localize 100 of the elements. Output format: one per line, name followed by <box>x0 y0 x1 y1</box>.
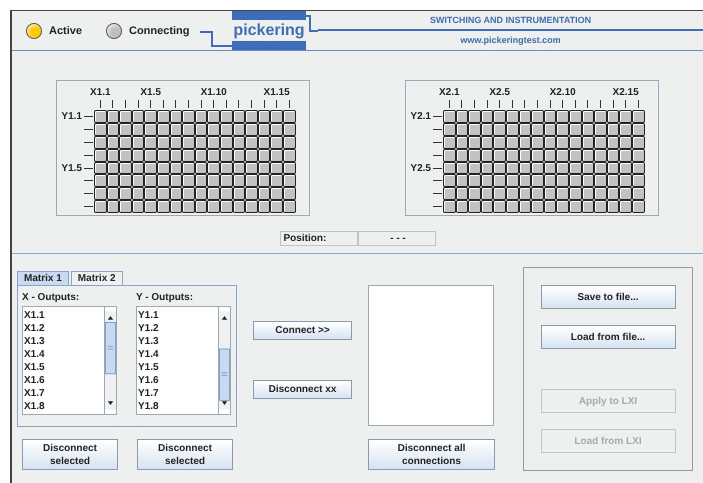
switch-button[interactable] <box>619 162 632 174</box>
switch-button[interactable] <box>106 110 120 123</box>
switch-button[interactable] <box>518 148 532 162</box>
switch-button[interactable] <box>632 174 644 188</box>
switch-button[interactable] <box>282 187 296 200</box>
switch-button[interactable] <box>132 187 144 200</box>
switch-button[interactable] <box>258 187 270 200</box>
switch-button[interactable] <box>594 187 607 200</box>
switch-button[interactable] <box>119 187 132 200</box>
switch-button[interactable] <box>468 187 481 200</box>
switch-button[interactable] <box>258 110 270 123</box>
switch-button[interactable] <box>232 148 246 162</box>
list-item[interactable]: X1.8 <box>23 400 104 413</box>
switch-button[interactable] <box>170 136 182 149</box>
switch-button[interactable] <box>106 162 120 174</box>
switch-button[interactable] <box>456 162 468 174</box>
switch-button[interactable] <box>531 200 544 214</box>
disconnect-selected-button[interactable]: Disconnect selected <box>22 439 118 470</box>
switch-button[interactable] <box>556 187 569 200</box>
list-item[interactable]: Y1.5 <box>137 361 218 374</box>
switch-button[interactable] <box>144 148 157 162</box>
switch-button[interactable] <box>245 122 258 136</box>
disconnect-all-button[interactable]: Disconnect all connections <box>368 439 495 470</box>
switch-button[interactable] <box>632 110 644 123</box>
switch-button[interactable] <box>182 162 195 174</box>
switch-button[interactable] <box>606 187 620 200</box>
switch-button[interactable] <box>182 136 195 149</box>
switch-button[interactable] <box>245 174 258 188</box>
switch-button[interactable] <box>556 110 569 123</box>
switch-button[interactable] <box>468 136 481 149</box>
switch-button[interactable] <box>443 162 456 174</box>
switch-button[interactable] <box>531 187 544 200</box>
switch-button[interactable] <box>232 136 246 149</box>
switch-button[interactable] <box>170 162 182 174</box>
switch-button[interactable] <box>518 187 532 200</box>
switch-button[interactable] <box>207 200 220 214</box>
switch-button[interactable] <box>182 148 195 162</box>
switch-button[interactable] <box>468 200 481 214</box>
switch-button[interactable] <box>468 122 481 136</box>
switch-button[interactable] <box>194 136 208 149</box>
switch-button[interactable] <box>258 122 270 136</box>
switch-button[interactable] <box>132 174 144 188</box>
switch-button[interactable] <box>582 148 594 162</box>
switch-button[interactable] <box>582 174 594 188</box>
switch-button[interactable] <box>245 162 258 174</box>
list-item[interactable]: X1.7 <box>23 387 104 400</box>
switch-button[interactable] <box>456 148 468 162</box>
switch-button[interactable] <box>456 174 468 188</box>
switch-button[interactable] <box>506 110 519 123</box>
switch-button[interactable] <box>270 110 283 123</box>
switch-button[interactable] <box>619 200 632 214</box>
switch-button[interactable] <box>556 174 569 188</box>
switch-button[interactable] <box>480 162 494 174</box>
switch-button[interactable] <box>258 148 270 162</box>
switch-button[interactable] <box>531 122 544 136</box>
switch-button[interactable] <box>594 162 607 174</box>
switch-button[interactable] <box>156 110 170 123</box>
switch-button[interactable] <box>480 174 494 188</box>
switch-button[interactable] <box>582 136 594 149</box>
switch-button[interactable] <box>493 162 506 174</box>
switch-button[interactable] <box>443 122 456 136</box>
switch-button[interactable] <box>506 187 519 200</box>
switch-button[interactable] <box>270 162 283 174</box>
switch-button[interactable] <box>518 200 532 214</box>
switch-button[interactable] <box>207 148 220 162</box>
switch-button[interactable] <box>94 136 107 149</box>
switch-button[interactable] <box>456 136 468 149</box>
switch-button[interactable] <box>619 148 632 162</box>
switch-button[interactable] <box>443 200 456 214</box>
switch-button[interactable] <box>207 136 220 149</box>
switch-button[interactable] <box>194 162 208 174</box>
switch-button[interactable] <box>270 148 283 162</box>
switch-button[interactable] <box>132 122 144 136</box>
list-item[interactable]: Y1.7 <box>137 387 218 400</box>
switch-button[interactable] <box>220 200 233 214</box>
switch-button[interactable] <box>220 110 233 123</box>
switch-button[interactable] <box>182 122 195 136</box>
switch-button[interactable] <box>94 162 107 174</box>
switch-button[interactable] <box>282 200 296 214</box>
switch-button[interactable] <box>94 148 107 162</box>
switch-button[interactable] <box>544 200 556 214</box>
switch-button[interactable] <box>480 122 494 136</box>
matrix-tab[interactable]: Matrix 2 <box>70 271 123 285</box>
switch-button[interactable] <box>568 174 582 188</box>
switch-button[interactable] <box>94 200 107 214</box>
switch-button[interactable] <box>518 136 532 149</box>
switch-button[interactable] <box>106 122 120 136</box>
switch-button[interactable] <box>568 110 582 123</box>
file-button[interactable]: Load from file... <box>540 325 676 349</box>
switch-button[interactable] <box>582 200 594 214</box>
switch-button[interactable] <box>468 174 481 188</box>
disconnect-button[interactable]: Disconnect xx <box>253 380 352 399</box>
switch-button[interactable] <box>144 110 157 123</box>
switch-button[interactable] <box>94 187 107 200</box>
switch-button[interactable] <box>156 200 170 214</box>
switch-button[interactable] <box>182 110 195 123</box>
switch-button[interactable] <box>258 162 270 174</box>
list-item[interactable]: X1.4 <box>23 348 104 361</box>
switch-button[interactable] <box>443 136 456 149</box>
switch-button[interactable] <box>258 136 270 149</box>
